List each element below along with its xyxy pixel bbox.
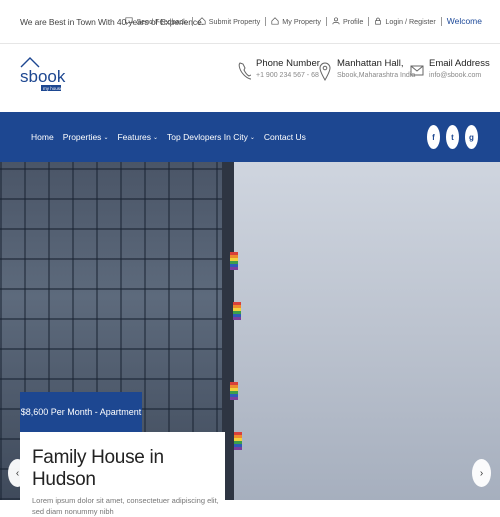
facebook-icon[interactable]: f bbox=[427, 125, 440, 149]
logo-mark: sbook my house bbox=[20, 57, 66, 91]
email-contact: Email Address info@sbook.com bbox=[410, 58, 490, 82]
profile-label: Profile bbox=[343, 16, 364, 26]
my-property-link[interactable]: My Property bbox=[266, 16, 327, 26]
lock-icon bbox=[375, 17, 382, 25]
nav-top-developers-label: Top Devlopers In City bbox=[167, 132, 248, 142]
address-value: Sbook,Maharashtra India bbox=[337, 72, 416, 79]
main-navbar: Home Properties ⌄ Features ⌄ Top Devlopers… bbox=[0, 112, 500, 162]
twitter-icon[interactable]: t bbox=[446, 125, 459, 149]
nav-properties[interactable]: Properties ⌄ bbox=[63, 132, 109, 142]
main-nav: Home Properties ⌄ Features ⌄ Top Devlopers… bbox=[31, 132, 306, 142]
chevron-left-icon: ‹ bbox=[15, 467, 20, 479]
nav-home-label: Home bbox=[31, 132, 54, 142]
submit-property-link[interactable]: Submit Property bbox=[193, 16, 267, 26]
phone-contact: Phone Number +1 900 234 567 - 68 bbox=[237, 58, 320, 82]
property-description: Lorem ipsum dolor sit amet, consectetuer… bbox=[32, 496, 219, 516]
welcome-text: Welcome bbox=[446, 16, 482, 26]
user-icon bbox=[332, 17, 340, 25]
chevron-down-icon: ⌄ bbox=[153, 134, 159, 141]
flag-decoration bbox=[230, 382, 238, 400]
chevron-down-icon: ⌄ bbox=[249, 134, 255, 141]
nav-top-developers[interactable]: Top Devlopers In City ⌄ bbox=[167, 132, 255, 142]
login-register-label: Login / Register bbox=[385, 16, 436, 26]
nav-home[interactable]: Home bbox=[31, 132, 54, 142]
map-pin-icon bbox=[319, 62, 331, 82]
flag-decoration bbox=[230, 252, 238, 270]
login-register-link[interactable]: Login / Register bbox=[369, 16, 442, 26]
nav-contact-us[interactable]: Contact Us bbox=[264, 132, 306, 142]
logo-text: sbook bbox=[20, 67, 66, 86]
phone-icon bbox=[238, 62, 251, 80]
flag-decoration bbox=[234, 432, 242, 450]
chevron-right-icon: › bbox=[479, 467, 484, 479]
phone-value: +1 900 234 567 - 68 bbox=[256, 72, 319, 79]
chevron-down-icon: ⌄ bbox=[103, 134, 109, 141]
google-plus-icon[interactable]: g bbox=[465, 125, 478, 149]
send-feedback-label: Send Feedback bbox=[136, 16, 187, 26]
address-title: Manhattan Hall, bbox=[337, 58, 404, 69]
home-icon bbox=[271, 17, 279, 25]
profile-link[interactable]: Profile bbox=[327, 16, 370, 26]
logo-underline-bar bbox=[18, 102, 96, 112]
top-bar: We are Best in Town With 40 years of Exp… bbox=[0, 0, 500, 44]
address-contact: Manhattan Hall, Sbook,Maharashtra India bbox=[318, 58, 415, 82]
social-links: f t g bbox=[427, 125, 478, 149]
envelope-icon bbox=[410, 65, 424, 76]
home-icon bbox=[198, 17, 206, 25]
nav-features-label: Features bbox=[117, 132, 152, 142]
slider-next-button[interactable]: › bbox=[472, 459, 491, 487]
property-title: Family House in Hudson bbox=[32, 447, 164, 490]
property-card[interactable]: Family House in Hudson Lorem ipsum dolor… bbox=[20, 432, 225, 516]
sbook-logo[interactable]: sbook my house bbox=[19, 53, 71, 95]
send-feedback-link[interactable]: Send Feedback bbox=[120, 16, 193, 26]
chat-icon bbox=[125, 17, 133, 25]
price-tag: $8,600 Per Month - Apartment bbox=[20, 392, 142, 432]
phone-title: Phone Number bbox=[256, 58, 320, 69]
top-links: Send Feedback Submit Property My Propert… bbox=[120, 16, 482, 26]
flag-decoration bbox=[233, 302, 241, 320]
my-property-label: My Property bbox=[282, 16, 321, 26]
slider-prev-button[interactable]: ‹ bbox=[8, 459, 27, 487]
nav-properties-label: Properties bbox=[62, 132, 102, 142]
email-value[interactable]: info@sbook.com bbox=[429, 72, 490, 79]
nav-features[interactable]: Features ⌄ bbox=[117, 132, 158, 142]
nav-contact-us-label: Contact Us bbox=[263, 132, 306, 142]
submit-property-label: Submit Property bbox=[208, 16, 261, 26]
email-title: Email Address bbox=[429, 58, 490, 69]
logo-subtext: my house bbox=[43, 86, 63, 91]
